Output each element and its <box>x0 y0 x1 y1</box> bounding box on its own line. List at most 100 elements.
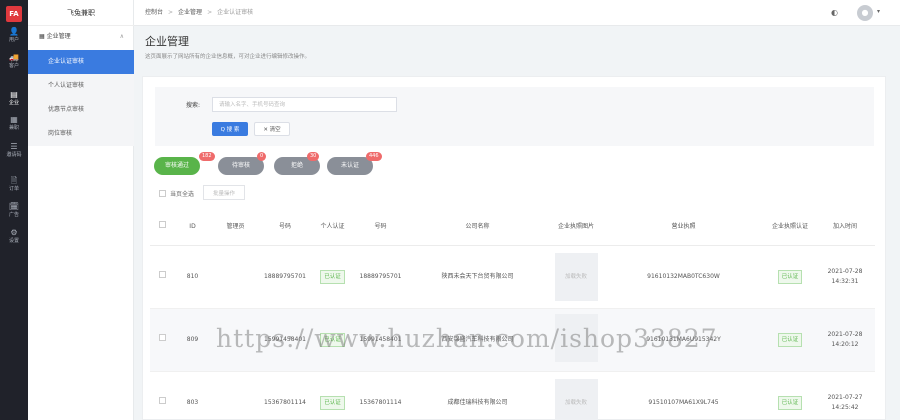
col-header-id: ID <box>175 209 210 246</box>
clear-button[interactable]: ✕ 清空 <box>254 122 290 136</box>
sidebar-group-label: 企业管理 <box>46 33 71 40</box>
cell-license-verify: 已认证 <box>765 371 815 420</box>
row-checkbox[interactable] <box>159 397 166 404</box>
caret-down-icon[interactable]: ▾ <box>877 8 880 15</box>
rail-item-user[interactable]: 👤 用户 <box>0 26 28 48</box>
cell-id: 809 <box>175 308 210 372</box>
tab-approved-count: 182 <box>199 152 215 161</box>
rail-item-label: 订单 <box>8 186 19 192</box>
rail-item-label: 企业 <box>8 100 19 106</box>
cell-license-image: 加载失败 <box>550 245 602 309</box>
cell-phone-text: 15367801114 <box>264 398 306 406</box>
cell-admin <box>210 245 261 309</box>
select-all-label: 当页全选 <box>170 191 195 198</box>
table-row[interactable]: 810 18889795701 已认证 18889795701 陕西未会天下台贸有限公司… <box>150 245 875 309</box>
avatar[interactable]: ● <box>857 5 873 21</box>
rail-item-label: 客户 <box>8 63 19 69</box>
status-badge: 已认证 <box>777 269 803 284</box>
cell-joined: 2021-07-28 14:32:31 <box>815 245 875 309</box>
license-image[interactable]: 加载失败 <box>554 252 598 301</box>
col-header-license-verify: 企业执照认证 <box>765 209 815 246</box>
cell-phone-2: 18889795701 <box>356 245 405 309</box>
top-bar: 控制台 > 企业管理 > 企业认证审核 ◐ ● ▾ <box>134 0 900 26</box>
breadcrumb: 控制台 > 企业管理 > 企业认证审核 <box>145 9 254 16</box>
cell-joined-text: 2021-07-28 14:32:31 <box>827 267 863 285</box>
cell-license-text: 91610132MAB0TC630W <box>647 272 720 280</box>
search-button[interactable]: Q 搜 索 <box>212 122 248 136</box>
breadcrumb-item-console[interactable]: 控制台 <box>145 9 163 16</box>
rail-item-label: 用户 <box>8 37 19 43</box>
sidebar-item-personal-verify[interactable]: 个人认证审核 <box>28 74 134 98</box>
rail-item-settings[interactable]: ⚙ 设置 <box>0 227 28 249</box>
company-table: ID 管理员 号码 个人认证 号码 公司名称 企业执照图片 营业执照 企业执照认… <box>150 209 875 420</box>
status-badge: 已认证 <box>777 332 803 347</box>
cell-license-text: 91510107MA61X9L745 <box>648 398 719 406</box>
cell-joined: 2021-07-28 14:20:12 <box>815 308 875 372</box>
cell-joined: 2021-07-27 14:25:42 <box>815 371 875 420</box>
keyword-input[interactable] <box>212 97 397 112</box>
rail-item-label: 邀请码 <box>6 152 22 158</box>
row-checkbox-cell <box>150 371 175 420</box>
page-description: 这页面展示了网站所有的企业信息概，可对企业进行编辑修改操作。 <box>145 54 311 60</box>
cell-license: 91610132MAB0TC630W <box>602 245 765 309</box>
settings-icon: ⚙ <box>10 228 18 237</box>
grid-icon: ▦ <box>39 33 47 40</box>
app-logo: FA <box>6 6 22 22</box>
header-checkbox[interactable] <box>159 221 166 229</box>
tab-approved[interactable]: 审核通过 <box>154 157 200 175</box>
parttime-icon: ▦ <box>10 115 18 124</box>
rail-item-invite[interactable]: ☰ 邀请码 <box>0 141 28 163</box>
cell-phone-text: 18889795701 <box>264 272 306 280</box>
rail-item-company[interactable]: ▤ 企业 <box>0 89 28 111</box>
rail-item-label: 广告 <box>8 212 19 218</box>
license-image[interactable]: 加载失败 <box>554 378 598 420</box>
cell-id-text: 809 <box>186 335 199 343</box>
sidebar-group-company[interactable]: ▦ 企业管理 ∧ <box>28 26 134 48</box>
table-row[interactable]: 803 15367801114 已认证 15367801114 成都佳瑞科技有限公司 加载… <box>150 371 875 420</box>
cell-company-text: 成都佳瑞科技有限公司 <box>447 398 508 406</box>
rail-item-customer[interactable]: 🚚 客户 <box>0 52 28 74</box>
theme-icon[interactable]: ◐ <box>831 8 838 17</box>
rail-item-ad[interactable]: 🗓 广告 <box>0 201 28 223</box>
cell-personal-verify: 已认证 <box>309 371 356 420</box>
status-badge: 已认证 <box>320 395 345 410</box>
sidebar-item-post-verify[interactable]: 岗位审核 <box>28 122 134 146</box>
status-badge: 已认证 <box>777 395 803 410</box>
breadcrumb-item-company[interactable]: 企业管理 <box>178 9 202 16</box>
cell-license-verify: 已认证 <box>765 308 815 372</box>
cell-company: 陕西未会天下台贸有限公司 <box>405 245 550 309</box>
sidebar-item-discount-verify[interactable]: 优惠节点审核 <box>28 98 134 122</box>
user-icon: 👤 <box>9 27 19 36</box>
company-icon: ▤ <box>10 90 18 99</box>
cell-phone: 15367801114 <box>261 371 309 420</box>
cell-license-image: 加载失败 <box>550 371 602 420</box>
select-all-checkbox[interactable] <box>159 190 166 197</box>
col-header-personal-verify: 个人认证 <box>309 209 356 246</box>
col-header-joined: 加入时间 <box>815 209 875 246</box>
sidebar-item-company-verify[interactable]: 企业认证审核 <box>28 50 134 74</box>
cell-company-text: 陕西未会天下台贸有限公司 <box>441 272 514 280</box>
row-checkbox-cell <box>150 308 175 372</box>
batch-action-button[interactable]: 批量操作 <box>203 185 245 200</box>
cell-joined-text: 2021-07-28 14:20:12 <box>827 330 863 348</box>
app-name: 飞兔兼职 <box>28 0 134 26</box>
tab-unverified[interactable]: 未认证 <box>327 157 373 175</box>
col-header-phone: 号码 <box>261 209 309 246</box>
rail-item-parttime[interactable]: ▦ 兼职 <box>0 114 28 136</box>
sidebar: 飞兔兼职 ▦ 企业管理 ∧ 企业认证审核 个人认证审核 优惠节点审核 岗位审核 <box>28 0 134 420</box>
row-checkbox[interactable] <box>159 271 166 278</box>
cell-id: 803 <box>175 371 210 420</box>
rail-item-order[interactable]: 🗎 订单 <box>0 175 28 197</box>
tab-pending[interactable]: 待审核 <box>218 157 264 175</box>
customer-icon: 🚚 <box>9 53 19 62</box>
invite-icon: ☰ <box>10 142 18 151</box>
cell-phone: 18889795701 <box>261 245 309 309</box>
col-header-phone-2: 号码 <box>356 209 405 246</box>
col-header-license-image: 企业执照图片 <box>550 209 602 246</box>
cell-company: 成都佳瑞科技有限公司 <box>405 371 550 420</box>
cell-phone-2-text: 15367801114 <box>359 398 402 406</box>
filter-panel <box>155 87 874 146</box>
order-icon: 🗎 <box>10 176 18 185</box>
page-title: 企业管理 <box>145 35 189 48</box>
row-checkbox[interactable] <box>159 334 166 341</box>
